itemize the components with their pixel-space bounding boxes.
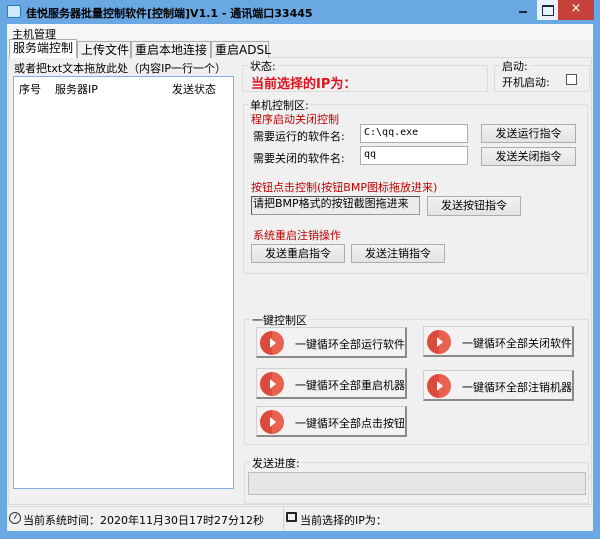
- column-send-status[interactable]: 发送状态: [172, 81, 216, 97]
- play-icon: [260, 372, 284, 396]
- program-section-label: 程序启动关闭控制: [251, 113, 339, 126]
- onekey-logout-all-button[interactable]: 一键循环全部注销机器: [423, 370, 574, 401]
- button-label: 一键循环全部关闭软件: [462, 337, 572, 350]
- onekey-label: 一键控制区: [250, 312, 309, 328]
- menu-bar: [7, 24, 593, 40]
- tab-upload-file[interactable]: 上传文件: [77, 41, 131, 58]
- send-progress-bar: [248, 472, 586, 495]
- app-icon: [7, 5, 21, 18]
- close-software-label: 需要关闭的软件名:: [253, 152, 345, 165]
- system-section-label: 系统重启注销操作: [253, 229, 341, 242]
- column-index[interactable]: 序号: [19, 81, 41, 97]
- onekey-close-all-button[interactable]: 一键循环全部关闭软件: [423, 326, 574, 357]
- system-time: 当前系统时间：2020年11月30日17时27分12秒: [23, 514, 264, 527]
- run-software-input[interactable]: C:\qq.exe: [360, 124, 468, 143]
- onekey-click-all-button[interactable]: 一键循环全部点击按钮: [256, 406, 407, 437]
- play-icon: [427, 374, 451, 398]
- minimize-button[interactable]: [510, 0, 536, 20]
- button-section-label: 按钮点击控制(按钮BMP图标拖放进来): [251, 181, 438, 194]
- close-button[interactable]: ×: [558, 0, 594, 20]
- send-close-button[interactable]: 发送关闭指令: [481, 147, 576, 166]
- play-icon: [260, 331, 284, 355]
- send-restart-button[interactable]: 发送重启指令: [251, 244, 345, 263]
- close-software-input[interactable]: qq: [360, 146, 468, 165]
- startup-label: 启动:: [500, 58, 530, 74]
- onekey-run-all-button[interactable]: 一键循环全部运行软件: [256, 327, 407, 358]
- button-label: 一键循环全部运行软件: [295, 338, 405, 351]
- button-label: 一键循环全部重启机器: [295, 379, 405, 392]
- button-label: 一键循环全部注销机器: [462, 381, 572, 394]
- send-button-command[interactable]: 发送按钮指令: [427, 196, 521, 216]
- maximize-button[interactable]: [537, 0, 558, 20]
- column-server-ip[interactable]: 服务器IP: [55, 81, 98, 97]
- monitor-icon: [286, 512, 297, 522]
- onekey-restart-all-button[interactable]: 一键循环全部重启机器: [256, 368, 407, 399]
- drop-hint: 或者把txt文本拖放此处（内容IP一行一个）: [14, 62, 227, 75]
- clock-icon: [9, 512, 21, 524]
- server-list[interactable]: [13, 76, 234, 489]
- autostart-label: 开机启动:: [502, 76, 550, 89]
- tab-server-control[interactable]: 服务端控制: [9, 39, 77, 58]
- send-run-button[interactable]: 发送运行指令: [481, 124, 576, 143]
- status-label: 状态:: [248, 58, 278, 74]
- window-title: 佳悦服务器批量控制软件[控制端]V1.1 - 通讯端口33445: [26, 7, 313, 20]
- play-icon: [427, 330, 451, 354]
- tab-restart-local-connection[interactable]: 重启本地连接: [131, 41, 211, 58]
- button-label: 一键循环全部点击按钮: [295, 417, 405, 430]
- autostart-checkbox[interactable]: [566, 74, 577, 85]
- send-logout-button[interactable]: 发送注销指令: [351, 244, 445, 263]
- tab-restart-adsl[interactable]: 重启ADSL: [211, 41, 271, 58]
- status-current-ip: 当前选择的IP为：: [300, 514, 387, 527]
- bmp-drop-area[interactable]: 请把BMP格式的按钮截图拖进来: [251, 196, 420, 215]
- current-ip-label: 当前选择的IP为：: [251, 77, 357, 92]
- progress-label: 发送进度:: [250, 455, 302, 471]
- play-icon: [260, 410, 284, 434]
- run-software-label: 需要运行的软件名:: [253, 130, 345, 143]
- status-divider: [283, 508, 284, 530]
